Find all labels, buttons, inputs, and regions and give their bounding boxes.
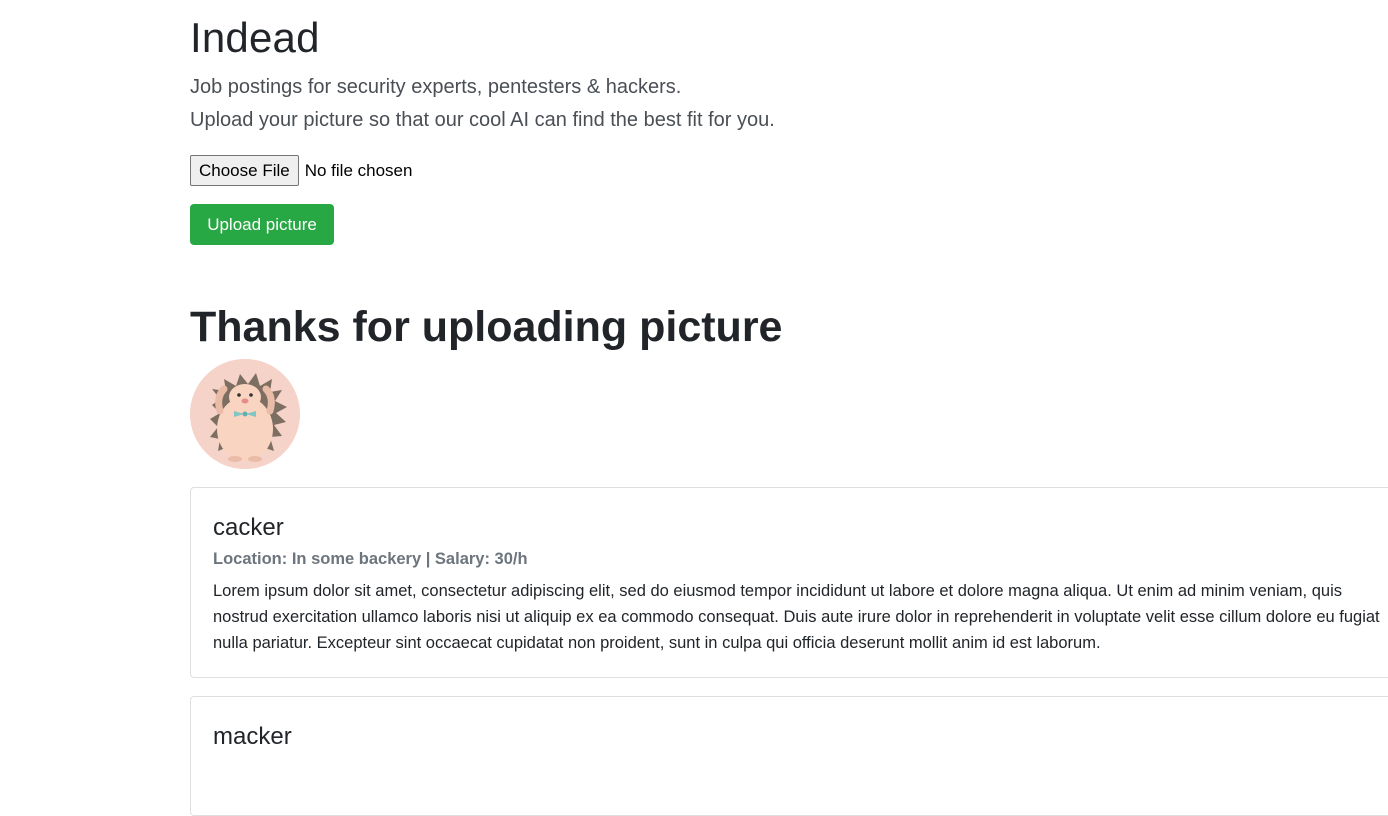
job-title: macker	[213, 723, 292, 750]
job-card: cacker Location: In some backery | Salar…	[190, 487, 1388, 678]
site-title: Indead	[190, 14, 320, 61]
hedgehog-avatar-icon	[190, 359, 300, 469]
job-card: macker	[190, 696, 1388, 816]
upload-picture-button[interactable]: Upload picture	[190, 204, 334, 245]
lead-text-line-2: Upload your picture so that our cool AI …	[190, 109, 775, 131]
uploaded-picture-avatar	[190, 359, 300, 469]
lead-text-line-1: Job postings for security experts, pente…	[190, 76, 682, 98]
file-status-text: No file chosen	[304, 160, 413, 180]
job-description: Lorem ipsum dolor sit amet, consectetur …	[213, 582, 1380, 652]
job-title: cacker	[213, 514, 284, 541]
file-input[interactable]: Choose File No file chosen	[190, 155, 412, 186]
choose-file-button[interactable]: Choose File	[190, 155, 299, 186]
job-location-salary: Location: In some backery | Salary: 30/h	[213, 550, 528, 568]
upload-confirmation-heading: Thanks for uploading picture	[190, 303, 783, 351]
